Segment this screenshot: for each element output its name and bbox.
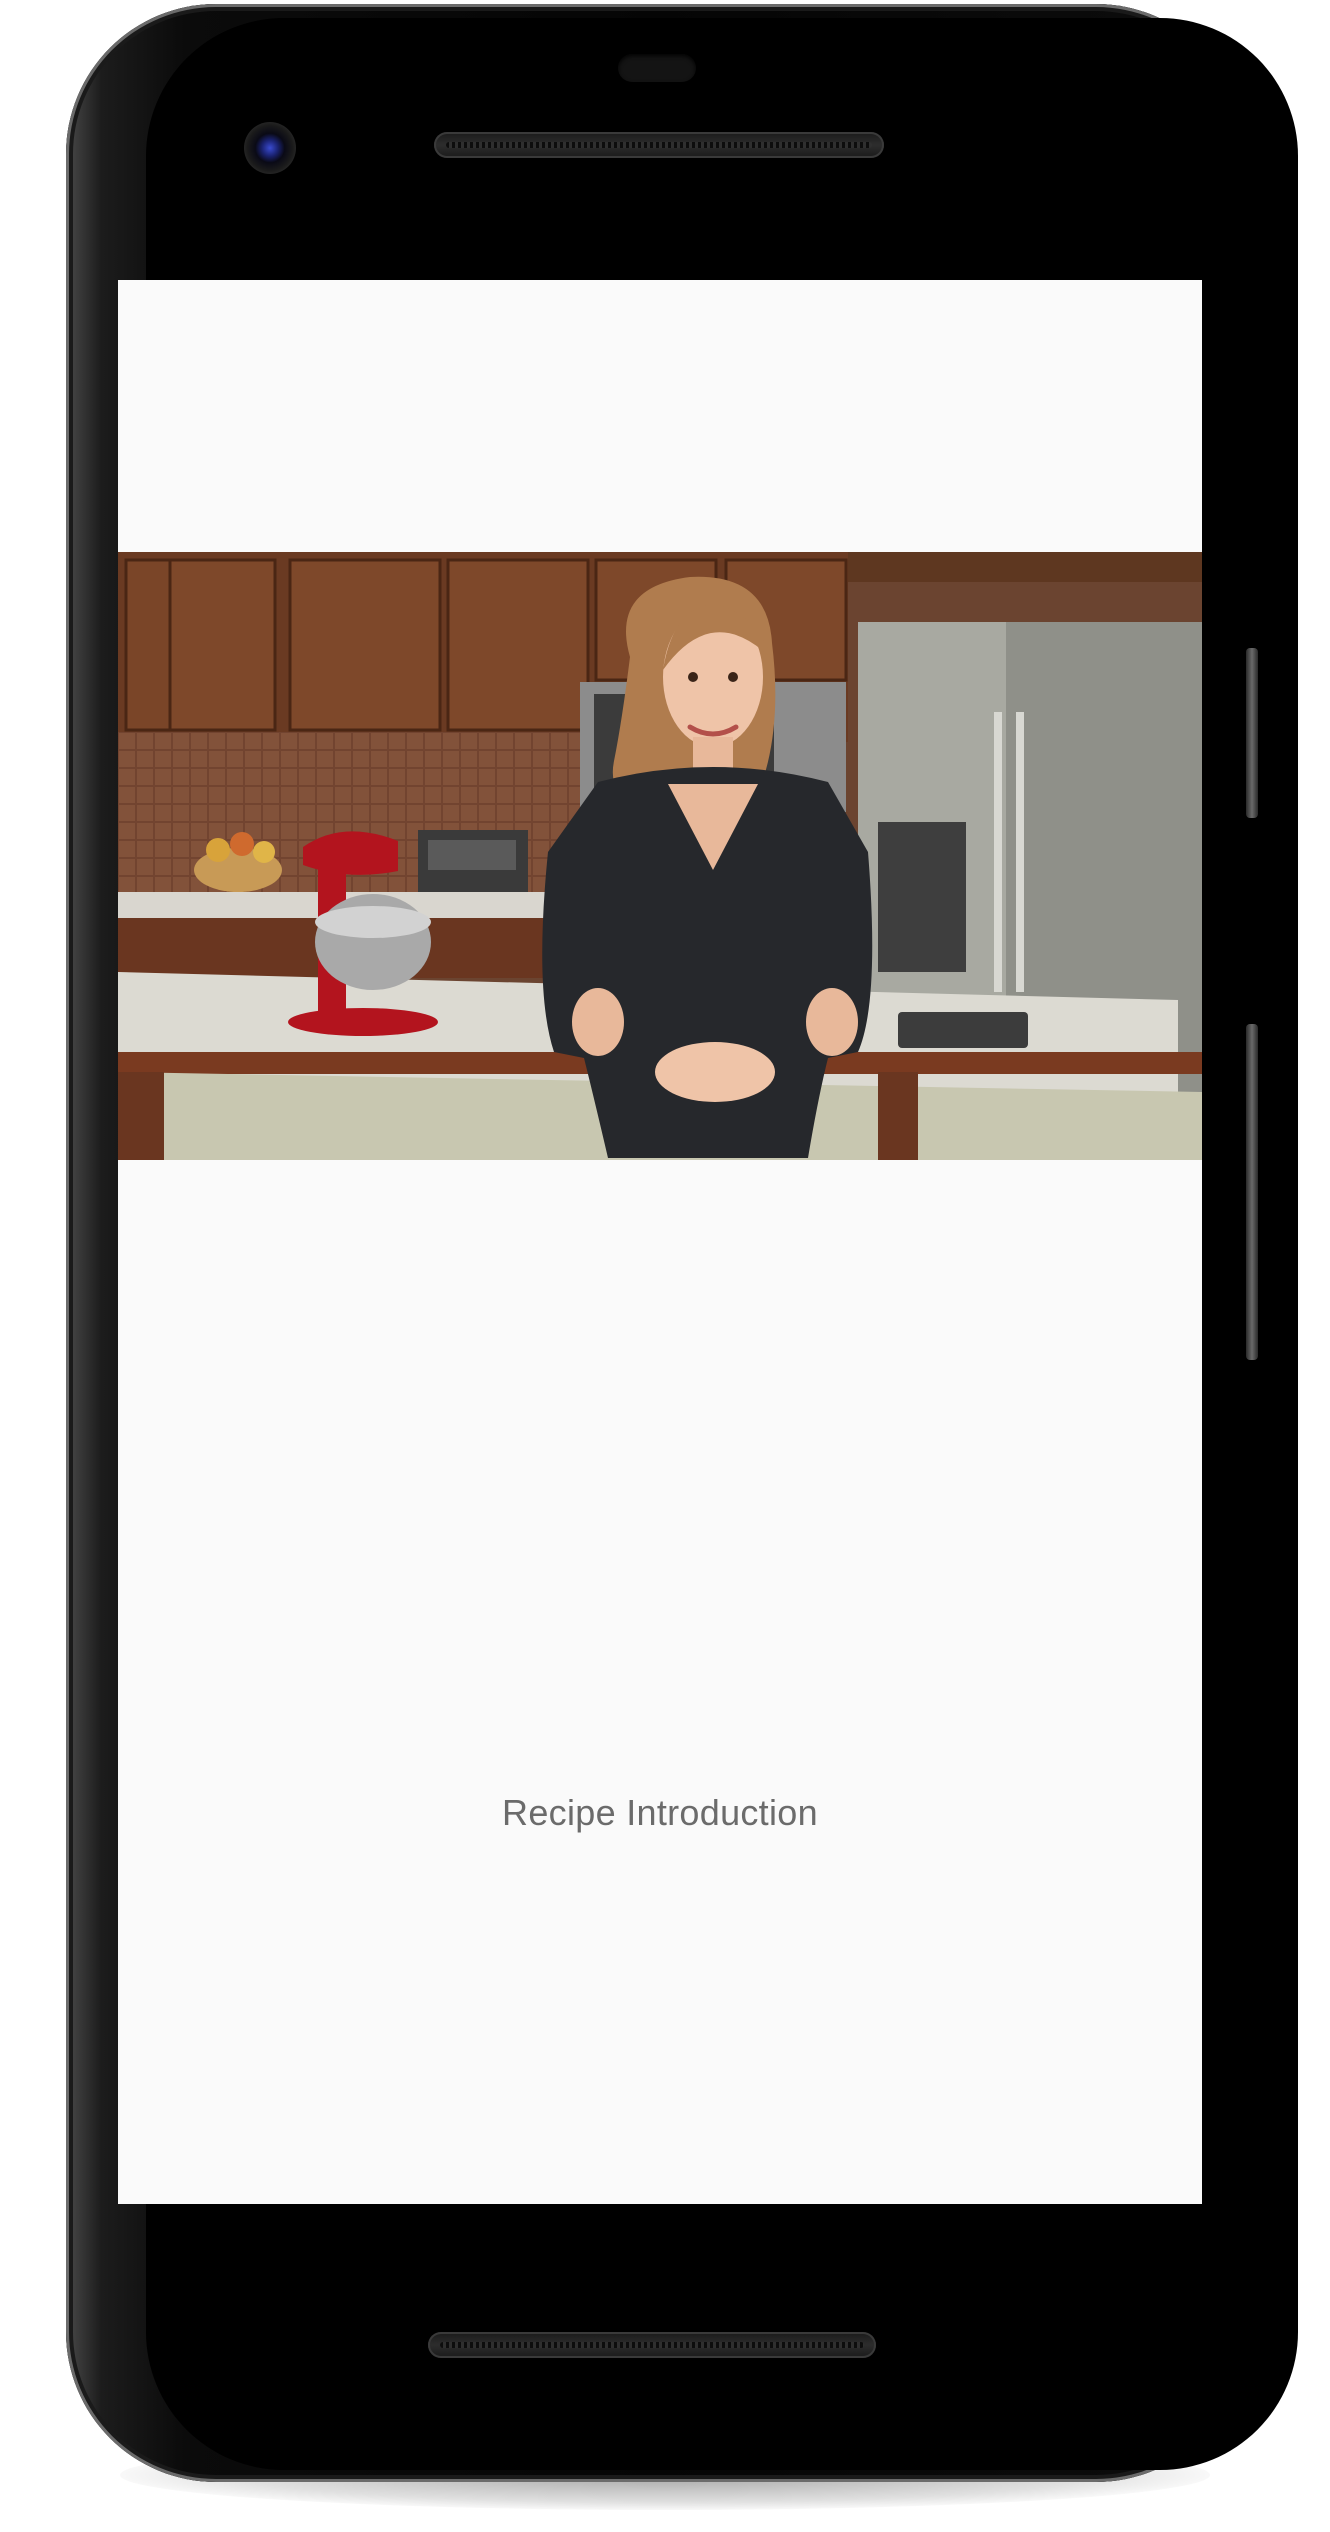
proximity-sensor (618, 54, 696, 82)
video-player[interactable] (118, 552, 1202, 1160)
power-button[interactable] (1246, 648, 1258, 818)
volume-button[interactable] (1246, 1024, 1258, 1360)
app-screen: Recipe Introduction (118, 280, 1202, 2204)
bottom-speaker-grille (428, 2332, 876, 2358)
video-frame-image (118, 552, 1202, 1160)
front-camera-icon (244, 122, 296, 174)
page-title: Recipe Introduction (502, 1792, 818, 1833)
top-speaker-grille (434, 132, 884, 158)
device-stage: Recipe Introduction (0, 0, 1330, 2532)
